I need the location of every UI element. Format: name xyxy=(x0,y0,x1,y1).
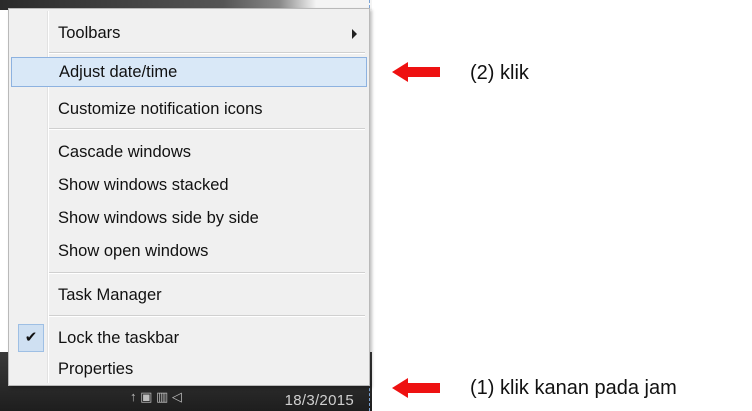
menu-item-cascade-windows[interactable]: Cascade windows xyxy=(11,138,367,168)
menu-item-toolbars[interactable]: Toolbars xyxy=(11,19,367,49)
checkmark-icon: ✔ xyxy=(18,324,44,352)
menu-separator xyxy=(49,52,365,54)
notification-tray-icons[interactable]: ↑ ▣ ▥ ◁ xyxy=(130,389,182,405)
menu-item-show-open-windows[interactable]: Show open windows xyxy=(11,237,367,267)
menu-item-properties[interactable]: Properties xyxy=(11,355,367,385)
screenshot-stage: ↑ ▣ ▥ ◁ 18/3/2015 Toolbars Adjust date/t… xyxy=(0,0,752,411)
menu-item-task-manager[interactable]: Task Manager xyxy=(11,281,367,311)
red-arrow-left-icon xyxy=(392,62,440,82)
menu-item-label: Cascade windows xyxy=(58,143,191,161)
menu-item-lock-the-taskbar[interactable]: ✔ Lock the taskbar xyxy=(11,324,367,354)
red-arrow-left-icon xyxy=(392,378,440,398)
menu-item-label: Toolbars xyxy=(58,24,121,42)
menu-item-label: Task Manager xyxy=(58,286,162,304)
menu-item-label: Customize notification icons xyxy=(58,100,263,118)
annotation-step-1: (1) klik kanan pada jam xyxy=(470,377,677,399)
menu-separator xyxy=(49,315,365,317)
submenu-arrow-icon xyxy=(352,29,357,39)
menu-item-label: Show windows stacked xyxy=(58,176,229,194)
menu-item-customize-notification-icons[interactable]: Customize notification icons xyxy=(11,95,367,125)
menu-separator xyxy=(49,128,365,130)
taskbar-clock[interactable]: 18/3/2015 xyxy=(285,392,354,409)
menu-item-label: Show windows side by side xyxy=(58,209,259,227)
taskbar-context-menu: Toolbars Adjust date/time Customize noti… xyxy=(8,8,370,386)
menu-item-label: Adjust date/time xyxy=(59,63,178,81)
menu-item-show-windows-stacked[interactable]: Show windows stacked xyxy=(11,171,367,201)
menu-item-label: Properties xyxy=(58,360,134,378)
menu-item-adjust-date-time[interactable]: Adjust date/time xyxy=(11,57,367,87)
menu-item-show-windows-side-by-side[interactable]: Show windows side by side xyxy=(11,204,367,234)
menu-item-label: Show open windows xyxy=(58,242,209,260)
menu-item-label: Lock the taskbar xyxy=(58,329,180,347)
menu-separator xyxy=(49,272,365,274)
annotation-step-2: (2) klik xyxy=(470,62,529,84)
